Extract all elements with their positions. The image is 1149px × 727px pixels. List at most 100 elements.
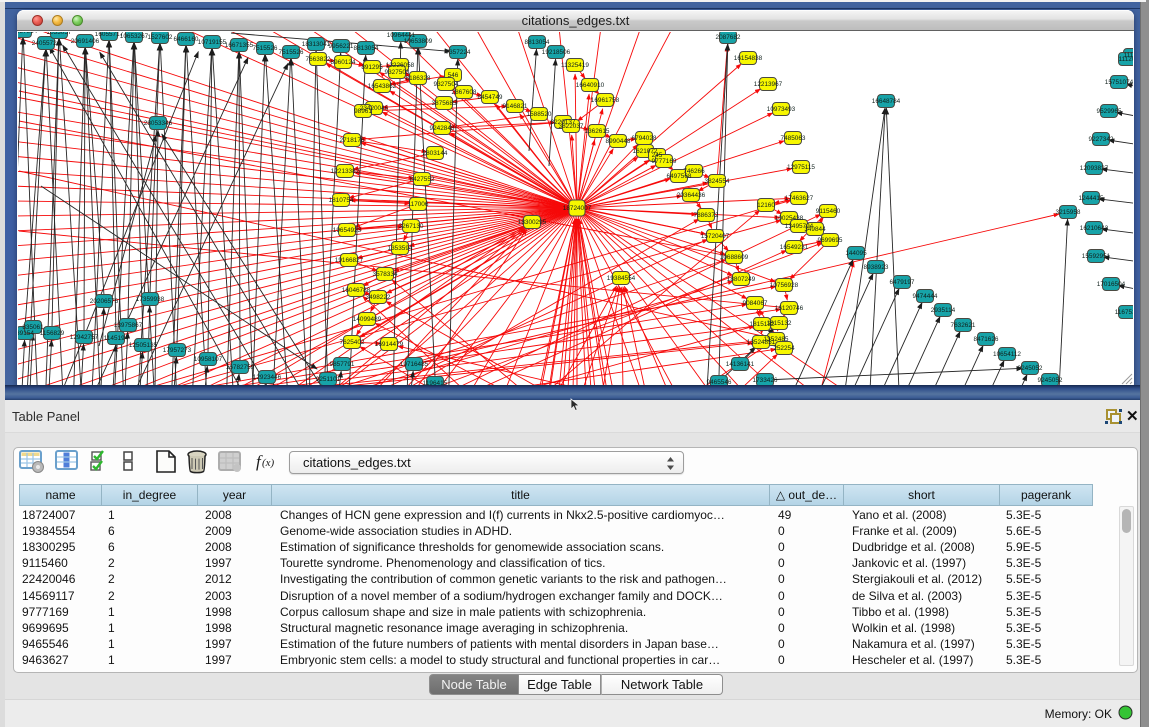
svg-text:9245052: 9245052 (1018, 365, 1043, 372)
svg-text:9146821: 9146821 (503, 103, 528, 110)
svg-text:17957273: 17957273 (163, 347, 192, 354)
svg-text:9956221: 9956221 (329, 43, 354, 50)
svg-text:9699695: 9699695 (818, 237, 843, 244)
svg-text:10653809: 10653809 (404, 38, 433, 45)
svg-text:3267130: 3267130 (399, 223, 424, 230)
svg-text:11325419: 11325419 (561, 62, 589, 69)
svg-text:2718176: 2718176 (340, 137, 365, 144)
svg-text:3822037: 3822037 (559, 123, 584, 130)
svg-text:8813054: 8813054 (525, 39, 550, 46)
svg-text:16671355: 16671355 (225, 42, 254, 49)
svg-text:8454749: 8454749 (478, 94, 503, 101)
svg-text:12923446: 12923446 (253, 374, 282, 381)
svg-text:16120746: 16120746 (775, 305, 804, 312)
svg-text:8938923: 8938923 (864, 264, 889, 271)
svg-text:(x): (x) (262, 457, 275, 469)
svg-text:28053346: 28053346 (144, 120, 173, 127)
svg-text:7515526: 7515526 (253, 45, 278, 52)
svg-text:10688609: 10688609 (720, 254, 749, 261)
svg-text:9227342: 9227342 (1089, 136, 1114, 143)
svg-text:1815132: 1815132 (750, 321, 775, 328)
svg-text:1033057: 1033057 (47, 32, 72, 36)
svg-text:2867608: 2867608 (452, 89, 477, 96)
svg-text:1244415: 1244415 (1079, 195, 1104, 202)
svg-text:13975867: 13975867 (114, 322, 143, 329)
svg-text:18807249: 18807249 (727, 276, 756, 283)
svg-text:1527602: 1527602 (148, 34, 173, 41)
svg-text:1362615: 1362615 (585, 128, 610, 135)
svg-text:12093827: 12093827 (1080, 165, 1109, 172)
svg-text:10719155: 10719155 (198, 39, 227, 46)
svg-text:11120: 11120 (1119, 56, 1133, 63)
svg-text:18300295: 18300295 (518, 219, 547, 226)
svg-text:6794028: 6794028 (632, 135, 657, 142)
svg-text:20206576: 20206576 (90, 298, 119, 305)
svg-text:3498222: 3498222 (366, 294, 391, 301)
svg-text:252254: 252254 (773, 345, 795, 352)
svg-text:9777169: 9777169 (652, 158, 677, 165)
svg-text:10973493: 10973493 (767, 106, 796, 113)
svg-text:1145194: 1145194 (104, 335, 129, 342)
svg-text:8960124: 8960124 (331, 59, 356, 66)
svg-text:14099489: 14099489 (353, 316, 382, 323)
svg-text:13226058: 13226058 (386, 62, 415, 69)
svg-text:19384554: 19384554 (607, 275, 636, 282)
svg-text:1156829: 1156829 (40, 330, 65, 337)
svg-text:12505135: 12505135 (129, 342, 158, 349)
svg-text:16961758: 16961758 (591, 97, 620, 104)
svg-text:16648784: 16648784 (872, 98, 901, 105)
svg-text:7515526: 7515526 (279, 49, 304, 56)
svg-text:16543862: 16543862 (368, 83, 397, 90)
svg-text:14136141: 14136141 (726, 361, 755, 368)
svg-text:10654112: 10654112 (993, 351, 1021, 358)
svg-text:1810754: 1810754 (329, 197, 354, 204)
svg-text:17463627: 17463627 (785, 195, 814, 202)
svg-text:8427552: 8427552 (410, 176, 435, 183)
svg-text:7357224: 7357224 (446, 49, 471, 56)
svg-text:12213967: 12213967 (754, 81, 783, 88)
svg-text:7625402: 7625402 (340, 339, 365, 346)
svg-text:1353594: 1353594 (388, 245, 413, 252)
svg-text:1167530: 1167530 (1115, 309, 1133, 316)
svg-text:10025438: 10025438 (775, 215, 804, 222)
svg-text:8471626: 8471626 (974, 336, 999, 343)
svg-text:891295: 891295 (361, 64, 383, 71)
svg-text:2935114: 2935114 (931, 307, 956, 314)
svg-text:1733426: 1733426 (753, 377, 778, 384)
svg-text:9474444: 9474444 (913, 293, 938, 300)
svg-text:2087682: 2087682 (716, 34, 741, 41)
svg-text:9115460: 9115460 (816, 208, 841, 215)
svg-text:18724007: 18724007 (563, 205, 592, 212)
svg-text:15720407: 15720407 (701, 233, 730, 240)
svg-text:9529965: 9529965 (1097, 108, 1122, 115)
svg-text:349844: 349844 (804, 226, 826, 233)
svg-text:8186328: 8186328 (406, 75, 431, 82)
svg-text:12975115: 12975115 (787, 164, 815, 171)
svg-text:7886372: 7886372 (694, 212, 719, 219)
svg-text:18313041: 18313041 (302, 41, 331, 48)
svg-text:15751074: 15751074 (1105, 79, 1133, 86)
svg-text:20364436: 20364436 (677, 192, 706, 199)
svg-text:3578334: 3578334 (373, 271, 398, 278)
svg-text:10756928: 10756928 (770, 282, 799, 289)
svg-text:3824554: 3824554 (705, 178, 730, 185)
svg-text:12213382: 12213382 (331, 168, 360, 175)
svg-text:9327504: 9327504 (434, 81, 459, 88)
svg-text:1588520: 1588520 (527, 111, 552, 118)
svg-text:12160: 12160 (757, 202, 775, 209)
svg-text:144095: 144095 (845, 250, 867, 257)
svg-text:9251101: 9251101 (316, 376, 341, 383)
svg-text:17016504: 17016504 (1097, 281, 1126, 288)
svg-text:7663822: 7663822 (306, 56, 331, 63)
svg-text:16154838: 16154838 (734, 55, 763, 62)
svg-text:13524851: 13524851 (747, 339, 776, 346)
svg-text:39154: 39154 (18, 330, 34, 337)
svg-text:6466160: 6466160 (174, 36, 199, 43)
svg-text:117006: 117006 (408, 201, 429, 208)
svg-text:15592951: 15592951 (1082, 253, 1111, 260)
svg-text:16640910: 16640910 (576, 82, 605, 89)
svg-text:8990448: 8990448 (606, 138, 631, 145)
svg-text:2803144: 2803144 (423, 150, 448, 157)
svg-text:20537514: 20537514 (18, 32, 38, 35)
svg-text:19716485: 19716485 (400, 361, 429, 368)
